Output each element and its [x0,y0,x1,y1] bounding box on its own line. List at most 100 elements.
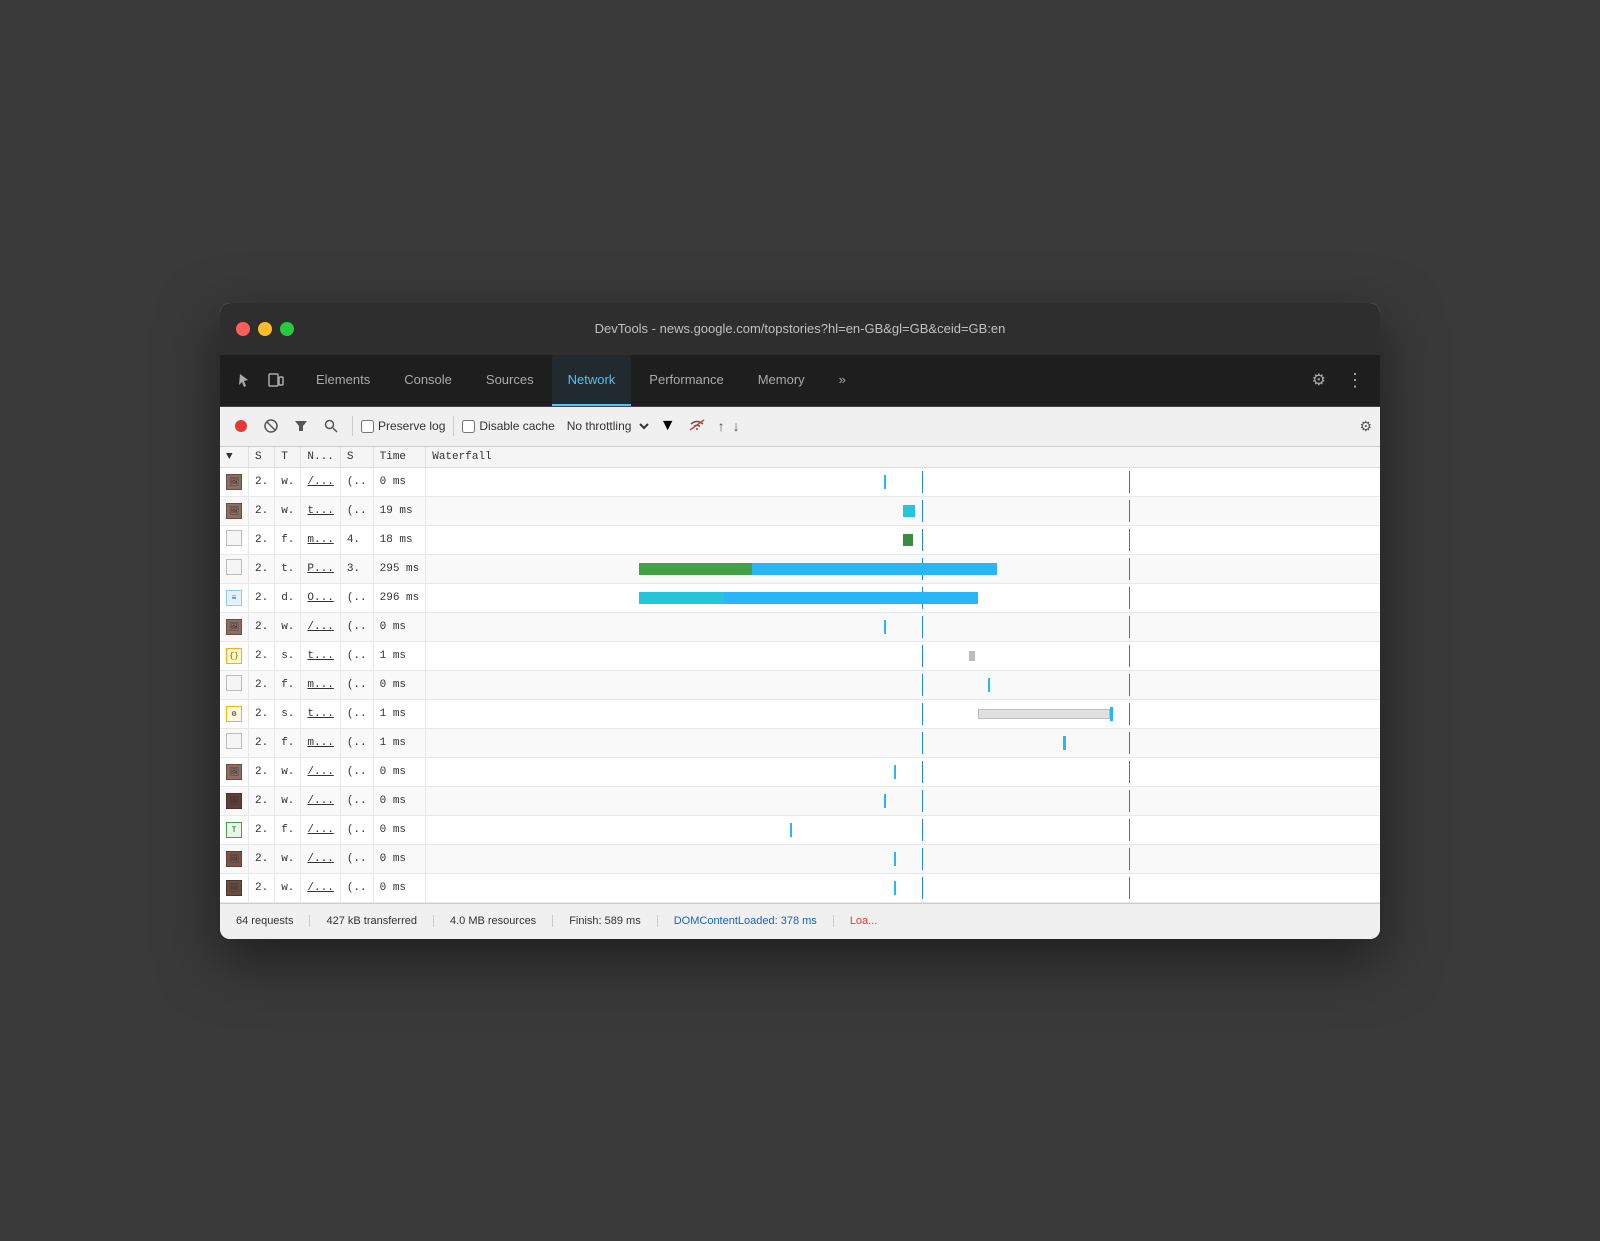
close-button[interactable] [236,322,250,336]
row-time: 0 ms [373,612,426,641]
row-name[interactable]: m... [301,728,340,757]
tab-performance[interactable]: Performance [633,354,739,406]
tab-more[interactable]: » [823,354,862,406]
row-type: w. [275,757,301,786]
row-name[interactable]: t... [301,699,340,728]
row-status: 2. [249,728,275,757]
table-row[interactable]: ≡2.d.O...(..296 ms [220,583,1380,612]
row-name[interactable]: /... [301,467,340,496]
row-size: (.. [340,757,373,786]
col-header-time[interactable]: Time [373,447,426,468]
row-time: 18 ms [373,525,426,554]
row-name[interactable]: /... [301,612,340,641]
table-row[interactable]: 🖼2.w./...(..0 ms [220,757,1380,786]
row-status: 2. [249,670,275,699]
disable-cache-label[interactable]: Disable cache [462,419,554,433]
row-name[interactable]: /... [301,844,340,873]
row-icon-cell [220,554,249,583]
row-name[interactable]: P... [301,554,340,583]
row-type: w. [275,612,301,641]
network-table-container[interactable]: ▼ S T N... S Time Waterfall 🖼2.w./...(..… [220,447,1380,903]
transferred-size: 427 kB transferred [310,915,434,927]
table-row[interactable]: {}2.s.t...(..1 ms [220,641,1380,670]
row-name[interactable]: t... [301,641,340,670]
dom-content-loaded: DOMContentLoaded: 378 ms [658,915,834,927]
requests-count: 64 requests [236,915,310,927]
table-row[interactable]: 🖼2.w.t...(..19 ms [220,496,1380,525]
row-time: 0 ms [373,873,426,902]
col-header-type[interactable]: T [275,447,301,468]
table-row[interactable]: 2.f.m...4.18 ms [220,525,1380,554]
tab-elements[interactable]: Elements [300,354,386,406]
col-header-waterfall[interactable]: Waterfall [426,447,1380,468]
table-row[interactable]: 🖼2.w./...(..0 ms [220,873,1380,902]
throttle-select[interactable]: No throttling [559,416,652,436]
tab-network[interactable]: Network [552,354,632,406]
table-row[interactable]: ⚙2.s.t...(..1 ms [220,699,1380,728]
row-waterfall [426,815,1380,844]
row-status: 2. [249,612,275,641]
network-settings-icon[interactable]: ⚙ [1359,418,1372,435]
row-type: w. [275,496,301,525]
row-name[interactable]: /... [301,757,340,786]
table-row[interactable]: 🖼2.w./...(..0 ms [220,612,1380,641]
table-row[interactable]: 2.t.P...3.295 ms [220,554,1380,583]
record-button[interactable] [228,415,254,437]
filter-button[interactable] [288,415,314,437]
more-options-button[interactable]: ⋮ [1338,366,1372,395]
col-header-size[interactable]: S [340,447,373,468]
device-toggle-button[interactable] [260,366,292,394]
row-name[interactable]: m... [301,670,340,699]
col-header-name[interactable]: N... [301,447,340,468]
row-name[interactable]: /... [301,873,340,902]
title-bar: DevTools - news.google.com/topstories?hl… [220,303,1380,355]
row-name[interactable]: /... [301,815,340,844]
row-size: (.. [340,496,373,525]
tabs-bar: Elements Console Sources Network Perform… [220,355,1380,407]
row-size: 4. [340,525,373,554]
row-time: 0 ms [373,844,426,873]
disable-cache-checkbox[interactable] [462,420,475,433]
upload-icon[interactable]: ↑ [718,418,725,434]
tab-sources[interactable]: Sources [470,354,550,406]
settings-icon-button[interactable]: ⚙ [1304,366,1334,394]
table-row[interactable]: 🖼2.w./...(..0 ms [220,467,1380,496]
preserve-log-checkbox[interactable] [361,420,374,433]
table-row[interactable]: 🖼2.w./...(..0 ms [220,844,1380,873]
row-time: 0 ms [373,815,426,844]
clear-button[interactable] [258,415,284,437]
row-name[interactable]: m... [301,525,340,554]
table-row[interactable]: 🖼2.w./...(..0 ms [220,786,1380,815]
row-time: 1 ms [373,641,426,670]
row-icon-cell: ⚙ [220,699,249,728]
tab-memory[interactable]: Memory [742,354,821,406]
row-name[interactable]: /... [301,786,340,815]
row-name[interactable]: t... [301,496,340,525]
table-row[interactable]: 2.f.m...(..0 ms [220,670,1380,699]
status-bar: 64 requests 427 kB transferred 4.0 MB re… [220,903,1380,939]
table-row[interactable]: 2.f.m...(..1 ms [220,728,1380,757]
row-status: 2. [249,583,275,612]
row-time: 0 ms [373,467,426,496]
maximize-button[interactable] [280,322,294,336]
cursor-icon-button[interactable] [228,366,260,394]
tab-console[interactable]: Console [388,354,468,406]
row-type: s. [275,641,301,670]
row-status: 2. [249,496,275,525]
row-time: 296 ms [373,583,426,612]
search-button[interactable] [318,415,344,437]
row-size: (.. [340,670,373,699]
row-time: 0 ms [373,670,426,699]
row-status: 2. [249,873,275,902]
download-icon[interactable]: ↓ [733,418,740,434]
tab-actions: ⚙ ⋮ [1304,366,1372,395]
row-size: (.. [340,873,373,902]
minimize-button[interactable] [258,322,272,336]
row-icon-cell [220,525,249,554]
table-row[interactable]: T2.f./...(..0 ms [220,815,1380,844]
col-header-status[interactable]: S [249,447,275,468]
col-header-filter[interactable]: ▼ [220,447,249,468]
divider-1 [352,416,353,436]
row-name[interactable]: O... [301,583,340,612]
preserve-log-label[interactable]: Preserve log [361,419,445,433]
